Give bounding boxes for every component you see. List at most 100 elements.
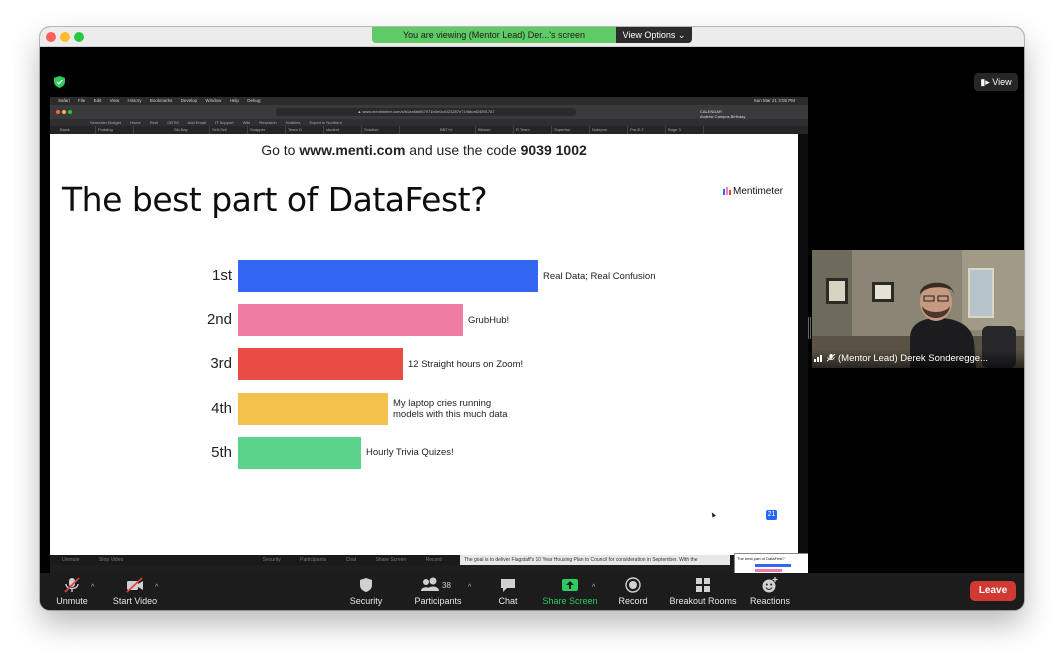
record-icon: [625, 577, 641, 593]
participant-video[interactable]: (Mentor Lead) Derek Sonderegge...: [812, 250, 1024, 368]
video-off-icon: [126, 577, 143, 593]
browser-zoom-dot: [68, 110, 72, 114]
rank-label: 1st: [211, 267, 232, 284]
bar-label: My laptop cries running models with this …: [393, 398, 508, 420]
thumbnail-bar: [755, 564, 791, 567]
thumbnail-title: The best part of DataFest?: [737, 556, 785, 561]
browser-tab: Bitmon: [478, 126, 514, 134]
browser-tab: BBT+K: [440, 126, 476, 134]
participants-button[interactable]: 38 Participants: [412, 573, 464, 610]
browser-tab: student: [326, 126, 362, 134]
security-label: Security: [349, 596, 383, 606]
participants-caret-icon[interactable]: ^: [468, 584, 471, 591]
share-screen-icon: [562, 579, 578, 591]
audio-options-caret-icon[interactable]: ^: [91, 584, 94, 591]
join-instruction: Go to www.menti.com and use the code 903…: [50, 142, 798, 158]
panel-resize-handle[interactable]: [808, 317, 811, 339]
encryption-shield-icon[interactable]: [54, 76, 65, 88]
security-shield-icon: [360, 578, 372, 592]
browser-toolbar: ▲ www.mentimeter.com/s/b1ea6b6f67971b0e0…: [50, 105, 808, 124]
menti-code: 9039 1002: [520, 142, 587, 158]
participants-label: Participants: [414, 596, 462, 606]
browser-tab: Team G: [288, 126, 324, 134]
browser-tab: Bage 3: [668, 126, 704, 134]
share-screen-label: Share Screen: [542, 596, 598, 606]
viewing-banner: You are viewing (Mentor Lead) Der...'s s…: [372, 27, 616, 43]
inner-zoom-item: Participants: [300, 557, 327, 563]
ranking-bar: [238, 348, 403, 381]
reactions-button[interactable]: Reactions: [748, 573, 792, 610]
video-options-caret-icon[interactable]: ^: [155, 584, 158, 591]
bookmark: OBTM: [167, 120, 179, 125]
breakout-rooms-button[interactable]: Breakout Rooms: [668, 573, 738, 610]
thumbnail-bar: [755, 569, 782, 572]
ranking-bar: [238, 436, 361, 469]
bar-label: Real Data; Real Confusion: [543, 271, 655, 282]
unmute-button[interactable]: Unmute: [52, 573, 92, 610]
title-bar: You are viewing (Mentor Lead) Der...'s s…: [40, 27, 1024, 47]
ranking-bar: [238, 260, 538, 292]
menubar-item: Help: [229, 98, 239, 103]
rank-label: 3rd: [210, 355, 232, 373]
participants-count: 38: [442, 581, 451, 590]
browser-url-bar: ▲ www.mentimeter.com/s/b1ea6b6f67971b0e0…: [276, 108, 576, 116]
share-options-caret-icon[interactable]: ^: [592, 584, 595, 591]
bar-label-line: Real Data; Real Confusion: [543, 270, 656, 282]
participants-icon: 38: [421, 577, 451, 591]
menubar-item: File: [78, 98, 86, 103]
browser-minimize-dot: [62, 110, 66, 114]
browser-tabs: Bawk Pudding Ski-Bay Self-Sch Snapper Team Gs…: [50, 126, 808, 134]
menubar-clock: Sun Mar 21 3:05 PM: [753, 98, 795, 103]
browser-tab: Superfoo: [554, 126, 590, 134]
inner-zoom-item: Chat: [345, 557, 357, 563]
inner-zoom-item: Security: [262, 557, 281, 563]
inner-zoom-item: Stop Video: [98, 557, 124, 563]
bookmark: Research: [259, 120, 277, 125]
record-label: Record: [618, 596, 648, 606]
chat-bubble-icon: [501, 579, 515, 592]
brand-name: Mentimeter: [733, 186, 784, 197]
rank-label: 2nd: [206, 311, 232, 329]
inner-zoom-item: Record: [425, 557, 442, 563]
news-ticker: The goal is to deliver Flagstaff's 10 Ye…: [460, 555, 730, 565]
leave-button[interactable]: Leave: [970, 581, 1016, 601]
close-window-button[interactable]: [46, 32, 56, 42]
signal-strength-icon: [814, 355, 822, 362]
chat-button[interactable]: Chat: [492, 573, 524, 610]
bar-label-line: GrubHub!: [468, 314, 510, 326]
rank-label: 4th: [211, 399, 232, 417]
reactions-smiley-icon: [762, 577, 778, 593]
bookmark: Reel: [149, 120, 159, 125]
start-video-label: Start Video: [112, 596, 158, 606]
menubar-item: View: [109, 98, 120, 103]
muted-microphone-icon: [64, 577, 80, 593]
muted-mic-icon: [826, 354, 836, 362]
bookmark: Semester Budget: [90, 120, 121, 125]
bookmarks-bar: Semester Budget Home Reel OBTM Add Email…: [50, 119, 808, 126]
instruction-mid: and use the code: [405, 142, 521, 158]
unmute-label: Unmute: [56, 596, 88, 606]
response-count-badge: 21: [766, 510, 777, 520]
view-options-button[interactable]: View Options ⌄: [616, 27, 692, 43]
browser-tab: R Team: [516, 126, 552, 134]
bar-label: GrubHub!: [468, 315, 509, 326]
view-button[interactable]: ▮▸ View: [974, 73, 1018, 91]
browser-tab: Ski-Bay: [174, 126, 210, 134]
security-button[interactable]: Security: [344, 573, 388, 610]
rank-label: 5th: [211, 443, 232, 461]
start-video-button[interactable]: Start Video: [110, 573, 160, 610]
chat-label: Chat: [498, 596, 518, 606]
bar-label-line: My laptop cries running: [393, 397, 492, 409]
record-button[interactable]: Record: [614, 573, 652, 610]
fullscreen-window-button[interactable]: [74, 32, 84, 42]
inner-zoom-item: Share Screen: [375, 557, 407, 563]
minimize-window-button[interactable]: [60, 32, 70, 42]
menubar-item: Edit: [93, 98, 102, 103]
menubar-item: Develop: [180, 98, 198, 103]
bar-label-line: models with this much data: [393, 408, 508, 420]
slide-title: The best part of DataFest?: [62, 180, 488, 219]
reactions-label: Reactions: [749, 596, 791, 606]
browser-tab: Notepos: [592, 126, 628, 134]
browser-tab: Pre-E-T: [630, 126, 666, 134]
share-screen-button[interactable]: Share Screen: [542, 573, 598, 610]
